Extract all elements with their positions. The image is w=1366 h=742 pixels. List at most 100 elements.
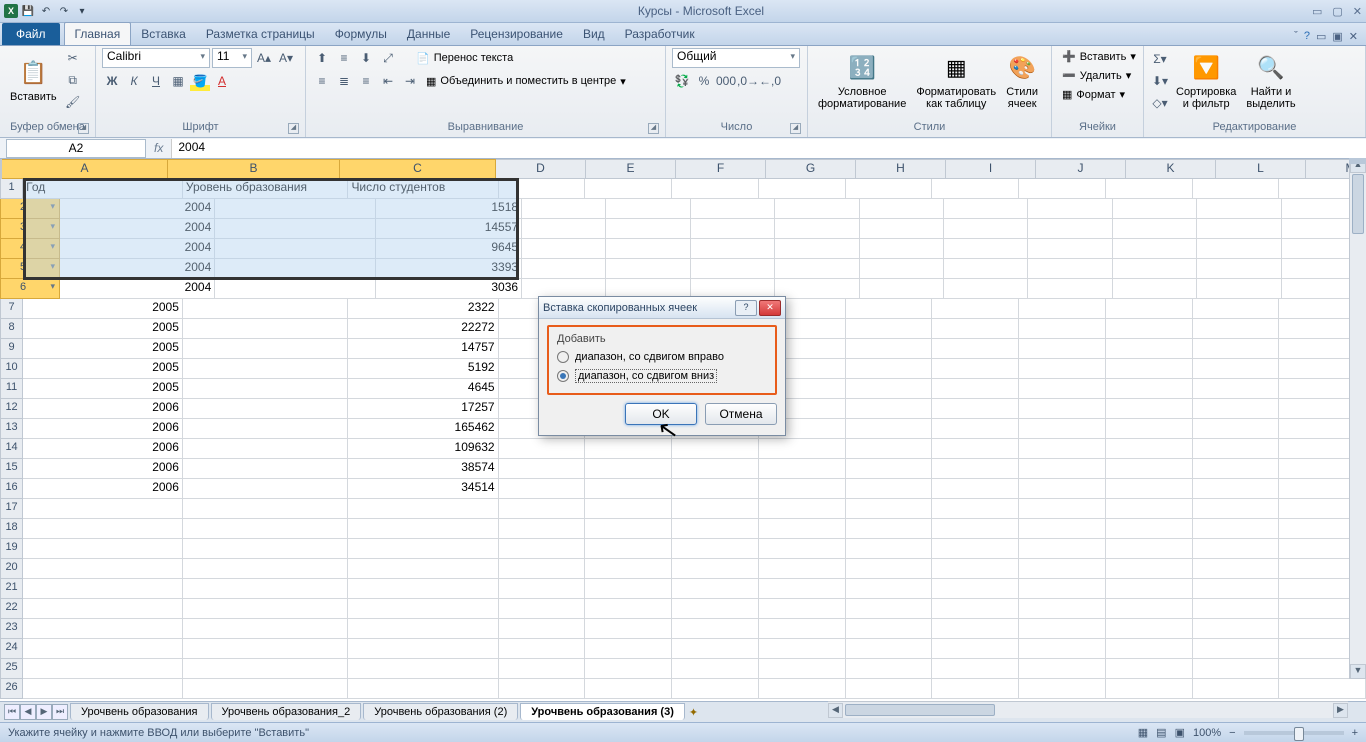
new-sheet-icon[interactable]: ✦ [689,706,698,719]
cell[interactable] [1019,379,1106,399]
col-header-F[interactable]: F [676,159,766,179]
cell[interactable] [1197,199,1281,219]
view-break-icon[interactable]: ▣ [1175,726,1185,739]
cell[interactable] [1106,419,1193,439]
fill-icon[interactable]: ⬇▾ [1150,71,1170,91]
hscroll-thumb[interactable] [845,704,995,716]
cell[interactable] [23,659,183,679]
cell[interactable] [348,499,498,519]
zoom-in-icon[interactable]: + [1352,727,1358,739]
cell[interactable] [499,499,586,519]
sheet-prev-icon[interactable]: ◀ [20,704,36,720]
cell[interactable]: 2006 [23,399,183,419]
radio-shift-down[interactable]: диапазон, со сдвигом вниз [557,369,767,383]
cell[interactable] [932,479,1019,499]
find-select-button[interactable]: 🔍Найти и выделить [1242,50,1299,112]
cell[interactable] [1019,659,1106,679]
sheet-tab-1[interactable]: Урочвень образования_2 [211,703,362,720]
cell[interactable]: 38574 [348,459,498,479]
cell[interactable] [775,259,859,279]
row-header[interactable]: 1 [0,179,23,199]
cell[interactable] [846,639,933,659]
cell[interactable] [499,179,586,199]
cell[interactable]: 2005 [23,359,183,379]
copy-icon[interactable]: ⧉ [63,70,83,90]
cell[interactable] [1193,179,1280,199]
file-tab[interactable]: Файл [2,23,60,45]
cell[interactable] [499,519,586,539]
tab-formulas[interactable]: Формулы [325,23,397,45]
fill-color-icon[interactable]: 🪣 [190,71,210,91]
vscroll-thumb[interactable] [1352,174,1364,234]
cell[interactable] [1106,579,1193,599]
cell[interactable] [183,659,349,679]
save-icon[interactable]: 💾 [20,3,36,19]
cell[interactable] [183,579,349,599]
cell[interactable] [932,179,1019,199]
cell[interactable] [1193,599,1280,619]
cell[interactable] [759,459,846,479]
cell[interactable] [944,259,1028,279]
cell[interactable] [672,679,759,699]
cell[interactable] [1113,199,1197,219]
cell[interactable] [1019,179,1106,199]
cell[interactable] [1197,259,1281,279]
row-header[interactable]: 14 [0,439,23,459]
cell[interactable]: Год [23,179,183,199]
clipboard-launcher-icon[interactable]: ◢ [78,123,89,134]
col-header-C[interactable]: C [340,159,496,179]
cell[interactable] [932,459,1019,479]
cell[interactable] [183,519,349,539]
cell[interactable] [183,319,349,339]
cell[interactable] [672,579,759,599]
cell[interactable] [846,379,933,399]
cell[interactable] [932,399,1019,419]
row-header[interactable]: 18 [0,519,23,539]
cell[interactable] [759,179,846,199]
col-header-G[interactable]: G [766,159,856,179]
italic-icon[interactable]: К [124,71,144,91]
cell[interactable] [1193,659,1280,679]
cell[interactable] [1019,459,1106,479]
sheet-tab-2[interactable]: Урочвень образования (2) [363,703,518,720]
tab-developer[interactable]: Разработчик [615,23,705,45]
cell[interactable] [775,219,859,239]
cell[interactable] [846,479,933,499]
cell[interactable] [932,319,1019,339]
cell[interactable] [1106,499,1193,519]
maximize-icon[interactable]: ▢ [1332,5,1342,18]
cell[interactable] [348,679,498,699]
col-header-E[interactable]: E [586,159,676,179]
radio-shift-right[interactable]: диапазон, со сдвигом вправо [557,351,767,363]
cell[interactable] [183,559,349,579]
tab-data[interactable]: Данные [397,23,460,45]
cell[interactable] [691,239,775,259]
cell[interactable]: 2004 [60,259,215,279]
cell-styles-button[interactable]: 🎨Стили ячеек [1002,50,1042,112]
cell[interactable] [585,439,672,459]
cell[interactable] [759,659,846,679]
cell[interactable]: 2006 [23,459,183,479]
sort-filter-button[interactable]: 🔽Сортировка и фильтр [1172,50,1240,112]
cell[interactable] [775,199,859,219]
cell[interactable] [691,259,775,279]
cell[interactable] [932,359,1019,379]
cell[interactable] [215,279,376,299]
cell[interactable] [846,599,933,619]
dialog-titlebar[interactable]: Вставка скопированных ячеек ? ✕ [539,297,785,319]
cell[interactable] [1019,539,1106,559]
cell[interactable] [499,659,586,679]
row-header[interactable]: 20 [0,559,23,579]
cell[interactable] [944,219,1028,239]
cell[interactable] [932,639,1019,659]
cell[interactable] [522,219,606,239]
cell[interactable] [1019,359,1106,379]
window-restore-icon[interactable]: ▣ [1332,30,1342,43]
align-top-icon[interactable]: ⬆ [312,48,332,68]
row-header[interactable]: 13 [0,419,23,439]
cell[interactable] [499,639,586,659]
row-header[interactable]: 24 [0,639,23,659]
cell[interactable] [183,339,349,359]
sheet-last-icon[interactable]: ⏭ [52,704,68,720]
row-header[interactable]: 7 [0,299,23,319]
